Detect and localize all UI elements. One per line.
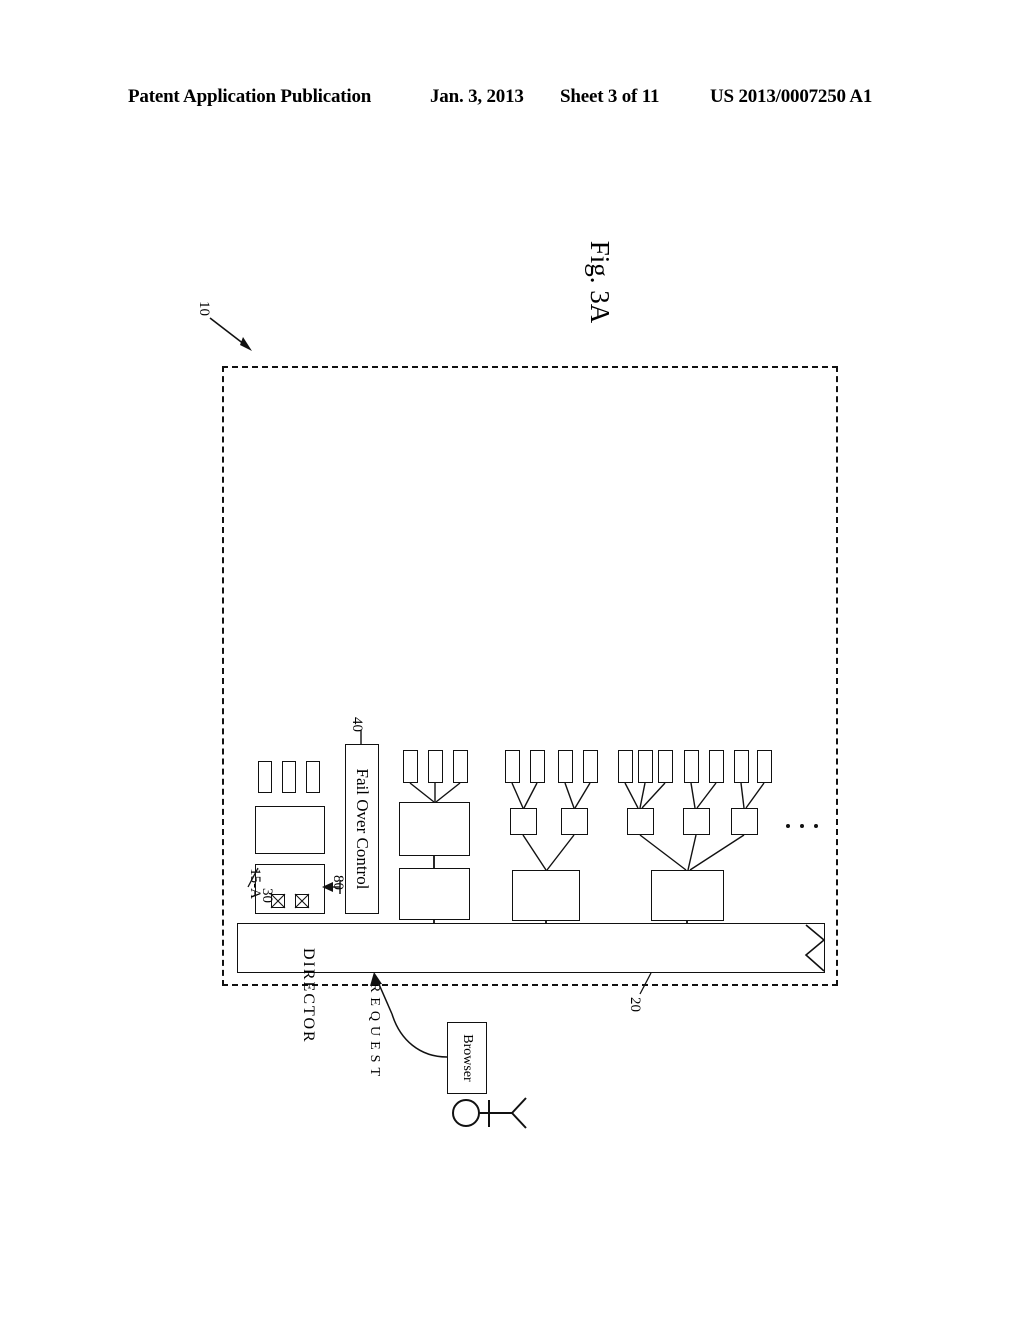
reference-numeral-80: 80 [330,875,346,890]
ellipsis-dot-3 [814,824,818,828]
group-a-leaf-2 [428,750,443,783]
group-c-leaf-6 [734,750,749,783]
group-c-root-box [651,870,724,921]
left-cluster-small-box-2 [282,761,296,793]
group-b-leaf-2 [530,750,545,783]
group-b-leaf-1 [505,750,520,783]
request-label: REQUEST [367,983,382,1081]
group-c-leaf-2 [638,750,653,783]
group-b-leaf-3 [558,750,573,783]
figure-caption: Fig. 3A [585,240,615,324]
director-label: DIRECTOR [300,948,317,1044]
ellipsis-dot-1 [786,824,790,828]
group-b-leaf-4 [583,750,598,783]
reference-numeral-20: 20 [627,997,643,1012]
group-c-leaf-4 [684,750,699,783]
left-cluster-small-box-3 [306,761,320,793]
browser-box: Browser [447,1022,487,1094]
group-c-leaf-7 [757,750,772,783]
reference-numeral-40: 40 [349,717,365,732]
group-c-mid-box-2 [683,808,710,835]
fail-over-control-label: Fail Over Control [353,768,372,890]
group-c-leaf-3 [658,750,673,783]
group-c-leaf-1 [618,750,633,783]
left-cluster-node-box-15a [255,864,325,914]
group-a-aggregator-box [399,802,470,856]
left-cluster-small-box-1 [258,761,272,793]
group-b-root-box [512,870,580,921]
group-a-leaf-1 [403,750,418,783]
group-a-leaf-3 [453,750,468,783]
reference-numeral-10: 10 [196,301,212,316]
group-c-mid-box-1 [627,808,654,835]
fail-over-control-box: Fail Over Control [345,744,379,914]
ellipsis-dot-2 [800,824,804,828]
group-c-mid-box-3 [731,808,758,835]
director-bar: DIRECTOR [237,923,825,1044]
browser-label: Browser [460,1034,475,1082]
port-crossed-square-icon-2 [295,894,309,908]
left-cluster-blank-box [255,806,325,854]
patent-figure: Fig. 3A 10 40 15-A 30 80 20 Fail Over Co… [0,0,1024,1320]
group-a-root-box [399,868,470,920]
group-b-mid-box-2 [561,808,588,835]
port-crossed-square-icon-1 [271,894,285,908]
group-c-leaf-5 [709,750,724,783]
group-b-mid-box-1 [510,808,537,835]
